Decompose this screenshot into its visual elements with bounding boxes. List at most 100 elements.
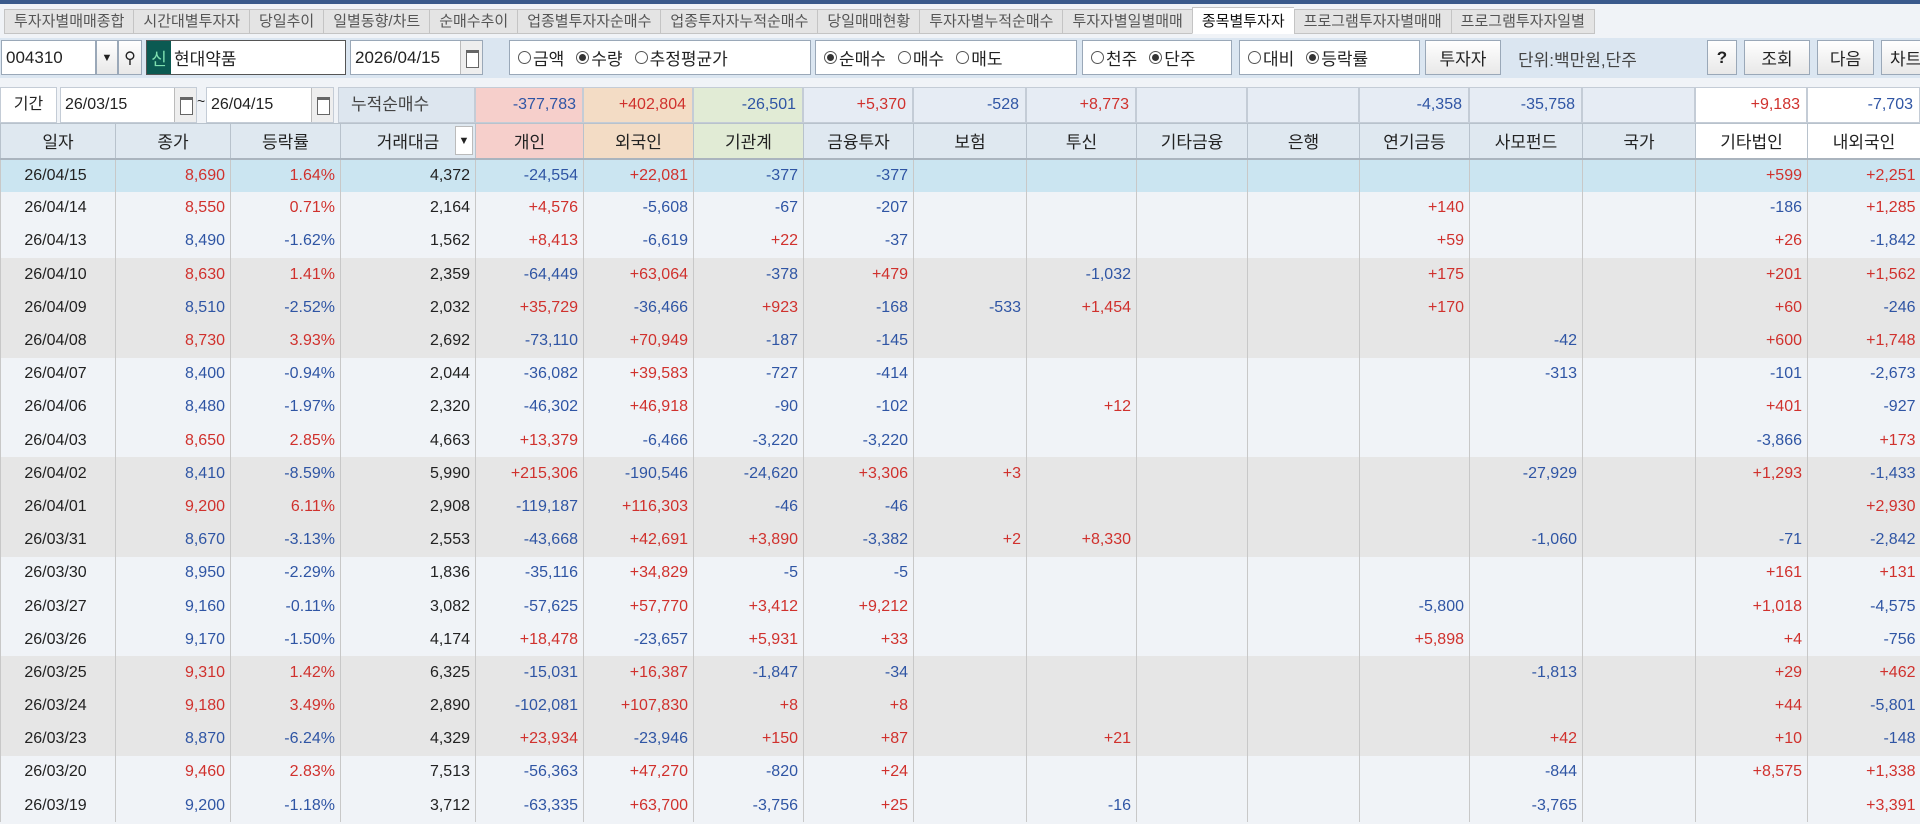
tab-4[interactable]: 순매수추이: [429, 9, 518, 34]
column-header-7[interactable]: 금융투자: [803, 123, 914, 160]
table-row[interactable]: 26/04/15 8,690 1.64% 4,372 -24,554 +22,081 -37…: [0, 158, 1920, 192]
column-header-14[interactable]: 국가: [1582, 123, 1696, 160]
cell-외국인: +57,770: [583, 589, 694, 624]
table-row[interactable]: 26/04/10 8,630 1.41% 2,359 -64,449 +63,064 -37…: [0, 258, 1920, 292]
tab-3[interactable]: 일별동향/차트: [323, 9, 430, 34]
column-header-6[interactable]: 기관계: [693, 123, 804, 160]
code-dropdown-button[interactable]: ▼: [96, 40, 118, 75]
cell-은행: [1247, 224, 1360, 259]
tab-7[interactable]: 당일매매현황: [817, 9, 920, 34]
column-header-10[interactable]: 기타금융: [1136, 123, 1248, 160]
help-button[interactable]: ?: [1707, 40, 1737, 75]
cell-기관계: -67: [693, 191, 804, 225]
column-header-label: 연기금등: [1383, 133, 1446, 153]
column-header-15[interactable]: 기타법인: [1695, 123, 1808, 160]
tab-0[interactable]: 투자자별매매종합: [4, 9, 134, 34]
column-header-16[interactable]: 내외국인: [1807, 123, 1920, 160]
cell-보험: [913, 158, 1027, 192]
tab-9[interactable]: 투자자별일별매매: [1062, 9, 1192, 34]
radio-group1-0[interactable]: 금액: [518, 45, 564, 70]
cell-사모펀드: -3,765: [1469, 789, 1583, 823]
cell-보험: [913, 424, 1027, 458]
table-row[interactable]: 26/03/20 9,460 2.83% 7,513 -56,363 +47,270 -82…: [0, 755, 1920, 790]
table-row[interactable]: 26/04/06 8,480 -1.97% 2,320 -46,302 +46,918 -9…: [0, 390, 1920, 424]
radio-unchecked-icon: [1091, 51, 1104, 64]
tab-1[interactable]: 시간대별투자자: [133, 9, 250, 34]
column-header-3[interactable]: 거래대금 ▼: [340, 123, 476, 160]
table-row[interactable]: 26/04/03 8,650 2.85% 4,663 +13,379 -6,466 -3,2…: [0, 424, 1920, 458]
cell-국가: [1582, 490, 1696, 524]
table-row[interactable]: 26/03/30 8,950 -2.29% 1,836 -35,116 +34,829 -5…: [0, 556, 1920, 590]
next-button[interactable]: 다음: [1817, 40, 1874, 75]
calendar-icon[interactable]: [174, 88, 196, 122]
table-row[interactable]: 26/03/23 8,870 -6.24% 4,329 +23,934 -23,946 +1…: [0, 722, 1920, 756]
total-기관계: -26,501: [693, 87, 803, 123]
period-to-input[interactable]: 26/04/15: [206, 87, 334, 123]
table-row[interactable]: 26/03/19 9,200 -1.18% 3,712 -63,335 +63,700 -3…: [0, 789, 1920, 823]
cell-기관계: +3,412: [693, 589, 804, 624]
radio-group1-2[interactable]: 추정평균가: [634, 45, 728, 70]
tab-10[interactable]: 종목별투자자: [1191, 7, 1294, 34]
calendar-icon[interactable]: [311, 88, 333, 122]
table-row[interactable]: 26/03/26 9,170 -1.50% 4,174 +18,478 -23,657 +5…: [0, 623, 1920, 657]
stock-name-field[interactable]: 신 현대약품: [146, 40, 346, 75]
tab-2[interactable]: 당일추이: [249, 9, 324, 34]
table-row[interactable]: 26/04/07 8,400 -0.94% 2,044 -36,082 +39,583 -7…: [0, 357, 1920, 391]
tab-5[interactable]: 업종별투자자순매수: [517, 9, 661, 34]
tab-6[interactable]: 업종투자자누적순매수: [660, 9, 818, 34]
column-header-1[interactable]: 종가: [115, 123, 231, 160]
table-row[interactable]: 26/04/01 9,200 6.11% 2,908 -119,187 +116,303-…: [0, 490, 1920, 524]
cell-기타법인: +60: [1695, 291, 1808, 325]
radio-group2-2[interactable]: 매도: [956, 45, 1002, 70]
stock-code-input[interactable]: 004310: [1, 40, 96, 75]
cell-기관계: +22: [693, 224, 804, 259]
cell-기관계: +150: [693, 722, 804, 756]
chart-button[interactable]: 차트: [1881, 40, 1920, 75]
radio-group4-0[interactable]: 대비: [1248, 45, 1294, 70]
column-header-4[interactable]: 개인: [475, 123, 584, 160]
radio-group3-0[interactable]: 천주: [1091, 45, 1137, 70]
radio-group3-1[interactable]: 단주: [1149, 45, 1196, 70]
column-header-12[interactable]: 연기금등: [1359, 123, 1470, 160]
investor-button[interactable]: 투자자: [1425, 40, 1501, 75]
tab-8[interactable]: 투자자별누적순매수: [919, 9, 1063, 34]
table-row[interactable]: 26/04/14 8,550 0.71% 2,164 +4,576 -5,608 -67 -2…: [0, 191, 1920, 225]
radio-group1-1[interactable]: 수량: [576, 45, 623, 70]
table-row[interactable]: 26/04/13 8,490 -1.62% 1,562 +8,413 -6,619 +22-…: [0, 224, 1920, 259]
cell-금융투자: -377: [803, 158, 914, 192]
table-row[interactable]: 26/04/09 8,510 -2.52% 2,032 +35,729 -36,466 +9…: [0, 291, 1920, 325]
period-from-input[interactable]: 26/03/15: [60, 87, 197, 123]
table-row[interactable]: 26/04/02 8,410 -8.59% 5,990 +215,306 -190,546…: [0, 457, 1920, 491]
column-header-label: 개인: [513, 133, 546, 153]
cell-등락률: 0.71%: [230, 191, 341, 225]
column-header-2[interactable]: 등락률: [230, 123, 341, 160]
tab-11[interactable]: 프로그램투자자별매매: [1293, 9, 1451, 34]
column-header-5[interactable]: 외국인: [583, 123, 694, 160]
table-row[interactable]: 26/03/25 9,310 1.42% 6,325 -15,031 +16,387 -1,…: [0, 656, 1920, 690]
cell-일자: 26/03/25: [0, 656, 116, 690]
cell-기타법인: [1695, 490, 1808, 524]
radio-group2-0[interactable]: 순매수: [824, 45, 886, 70]
cell-개인: -24,554: [475, 158, 584, 192]
table-row[interactable]: 26/03/31 8,670 -3.13% 2,553 -43,668 +42,691 +3…: [0, 523, 1920, 557]
column-header-0[interactable]: 일자: [0, 123, 116, 160]
cell-기관계: -378: [693, 258, 804, 292]
search-button[interactable]: ⚲: [118, 40, 142, 75]
query-button[interactable]: 조회: [1744, 40, 1810, 75]
search-icon: ⚲: [124, 49, 136, 67]
radio-group2-1[interactable]: 매수: [897, 45, 944, 70]
column-header-13[interactable]: 사모펀드: [1469, 123, 1583, 160]
column-header-11[interactable]: 은행: [1247, 123, 1360, 160]
cell-기타법인: +29: [1695, 656, 1808, 690]
cell-종가: 8,730: [115, 324, 231, 358]
date-input[interactable]: 2026/04/15: [350, 40, 483, 75]
table-row[interactable]: 26/03/24 9,180 3.49% 2,890 -102,081 +107,830 +…: [0, 689, 1920, 723]
sort-dropdown-icon[interactable]: ▼: [455, 126, 473, 155]
radio-group4-1[interactable]: 등락률: [1306, 45, 1368, 70]
column-header-9[interactable]: 투신: [1026, 123, 1137, 160]
table-row[interactable]: 26/03/27 9,160 -0.11% 3,082 -57,625 +57,770 +3…: [0, 589, 1920, 624]
table-row[interactable]: 26/04/08 8,730 3.93% 2,692 -73,110 +70,949 -18…: [0, 324, 1920, 358]
calendar-icon[interactable]: [460, 41, 482, 74]
column-header-8[interactable]: 보험: [913, 123, 1027, 160]
tab-12[interactable]: 프로그램투자자일별: [1450, 9, 1595, 34]
